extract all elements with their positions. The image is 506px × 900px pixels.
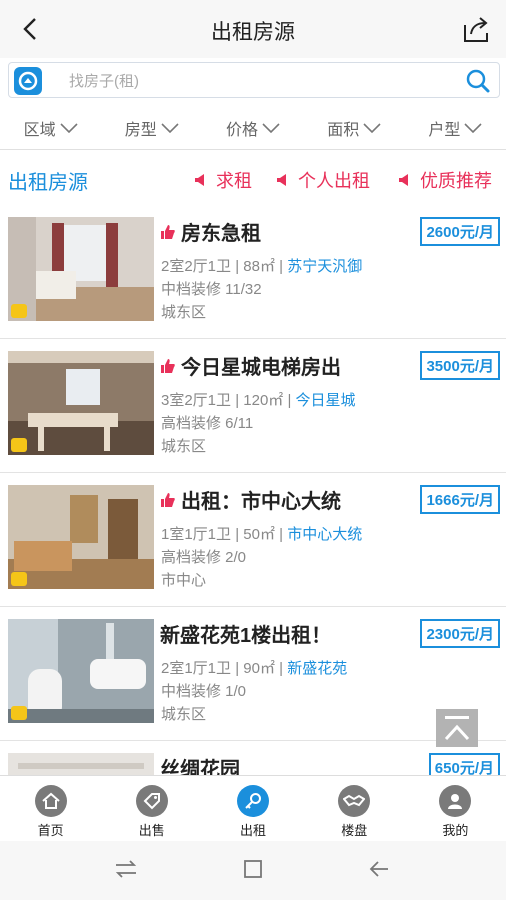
listing-title: 房东急租 xyxy=(160,217,261,246)
system-nav-bar xyxy=(0,841,506,900)
community-link[interactable]: 市中心大统 xyxy=(287,526,362,543)
megaphone-icon xyxy=(195,174,204,186)
filter-bar: 区域 房型 价格 面积 户型 xyxy=(0,106,506,150)
listing-item[interactable]: 出租：市中心大统 1666元/月 1室1厅1卫 | 50㎡ | 市中心大统 高档… xyxy=(0,473,506,607)
listing-spec: 2室2厅1卫 | 88㎡ | 苏宁天汎御 xyxy=(161,258,363,275)
filter-layout[interactable]: 户型 xyxy=(405,106,506,149)
filter-price[interactable]: 价格 xyxy=(202,106,303,149)
listing-spec: 1室1厅1卫 | 50㎡ | 市中心大统 xyxy=(161,526,363,543)
listing-spec: 2室1厅1卫 | 90㎡ | 新盛花苑 xyxy=(161,660,348,677)
chevron-down-icon xyxy=(464,122,482,133)
listing-photo xyxy=(8,619,154,723)
tab-buildings[interactable]: 楼盘 xyxy=(304,776,405,841)
listing-district: 城东区 xyxy=(161,304,207,321)
section-title: 出租房源 xyxy=(8,172,88,194)
listing-decoration: 中档装修 11/32 xyxy=(161,281,262,298)
tab-rent[interactable]: 出租 xyxy=(202,776,303,841)
filter-region[interactable]: 区域 xyxy=(0,106,101,149)
listing-item[interactable]: 今日星城电梯房出 3500元/月 3室2厅1卫 | 120㎡ | 今日星城 高档… xyxy=(0,339,506,473)
listing-title: 新盛花苑1楼出租！ xyxy=(160,625,332,647)
search-icon[interactable] xyxy=(465,68,491,94)
filter-area-size[interactable]: 面积 xyxy=(304,106,405,149)
listing-title: 今日星城电梯房出 xyxy=(160,351,341,380)
recent-apps-icon[interactable] xyxy=(114,859,138,879)
listing-district: 城东区 xyxy=(161,438,207,455)
community-link[interactable]: 苏宁天汎御 xyxy=(287,258,362,275)
price-tag: 1666元/月 xyxy=(420,485,500,514)
community-link[interactable]: 新盛花苑 xyxy=(287,660,347,677)
bottom-tab-bar: 首页 出售 出租 楼盘 我的 xyxy=(0,775,506,841)
back-nav-icon[interactable] xyxy=(368,859,390,879)
camera-icon xyxy=(11,304,27,318)
chevron-down-icon xyxy=(161,122,179,133)
listing-decoration: 高档装修 6/11 xyxy=(161,415,254,432)
want-rent-link[interactable]: 求租 xyxy=(194,167,252,193)
user-icon xyxy=(439,785,472,817)
camera-icon xyxy=(11,572,27,586)
price-tag: 3500元/月 xyxy=(420,351,500,380)
community-link[interactable]: 今日星城 xyxy=(296,392,356,409)
page-title: 出租房源 xyxy=(211,21,295,44)
arrow-up-icon xyxy=(444,716,470,741)
camera-icon xyxy=(11,438,27,452)
thumbs-up-icon xyxy=(161,358,175,373)
listing-item[interactable]: 新盛花苑1楼出租！ 2300元/月 2室1厅1卫 | 90㎡ | 新盛花苑 中档… xyxy=(0,607,506,741)
handshake-icon xyxy=(338,785,371,817)
thumbs-up-icon xyxy=(161,224,175,239)
search-bar xyxy=(8,62,500,98)
listing-decoration: 中档装修 1/0 xyxy=(161,683,247,700)
key-icon xyxy=(237,785,269,817)
tag-icon xyxy=(135,785,168,817)
share-icon[interactable] xyxy=(462,14,492,44)
section-header: 出租房源 求租 个人出租 优质推荐 xyxy=(0,160,506,200)
home-icon xyxy=(34,785,67,817)
listing-photo xyxy=(8,217,154,321)
listing-district: 城东区 xyxy=(161,706,207,723)
listing-decoration: 高档装修 2/0 xyxy=(161,549,247,566)
megaphone-icon xyxy=(277,174,286,186)
back-to-top-button[interactable] xyxy=(436,709,478,747)
price-tag: 2600元/月 xyxy=(420,217,500,246)
listing-photo xyxy=(8,485,154,589)
chevron-down-icon xyxy=(262,122,280,133)
price-tag: 2300元/月 xyxy=(420,619,500,648)
tab-profile[interactable]: 我的 xyxy=(405,776,506,841)
chevron-down-icon xyxy=(60,122,78,133)
tab-home[interactable]: 首页 xyxy=(0,776,101,841)
listing-title: 出租：市中心大统 xyxy=(160,485,341,514)
search-input[interactable] xyxy=(69,69,449,93)
app-logo-icon xyxy=(14,67,42,95)
listing-district: 市中心 xyxy=(161,572,207,589)
chevron-down-icon xyxy=(363,122,381,133)
listing-photo xyxy=(8,351,154,455)
recommended-link[interactable]: 优质推荐 xyxy=(398,167,492,193)
listing-spec: 3室2厅1卫 | 120㎡ | 今日星城 xyxy=(161,392,356,409)
filter-room-type[interactable]: 房型 xyxy=(101,106,202,149)
megaphone-icon xyxy=(399,174,408,186)
listing-item[interactable]: 房东急租 2600元/月 2室2厅1卫 | 88㎡ | 苏宁天汎御 中档装修 1… xyxy=(0,205,506,339)
home-square-icon[interactable] xyxy=(243,859,263,879)
top-bar: 出租房源 xyxy=(0,0,506,58)
tab-sale[interactable]: 出售 xyxy=(101,776,202,841)
thumbs-up-icon xyxy=(161,492,175,507)
camera-icon xyxy=(11,706,27,720)
personal-rent-link[interactable]: 个人出租 xyxy=(276,167,370,193)
